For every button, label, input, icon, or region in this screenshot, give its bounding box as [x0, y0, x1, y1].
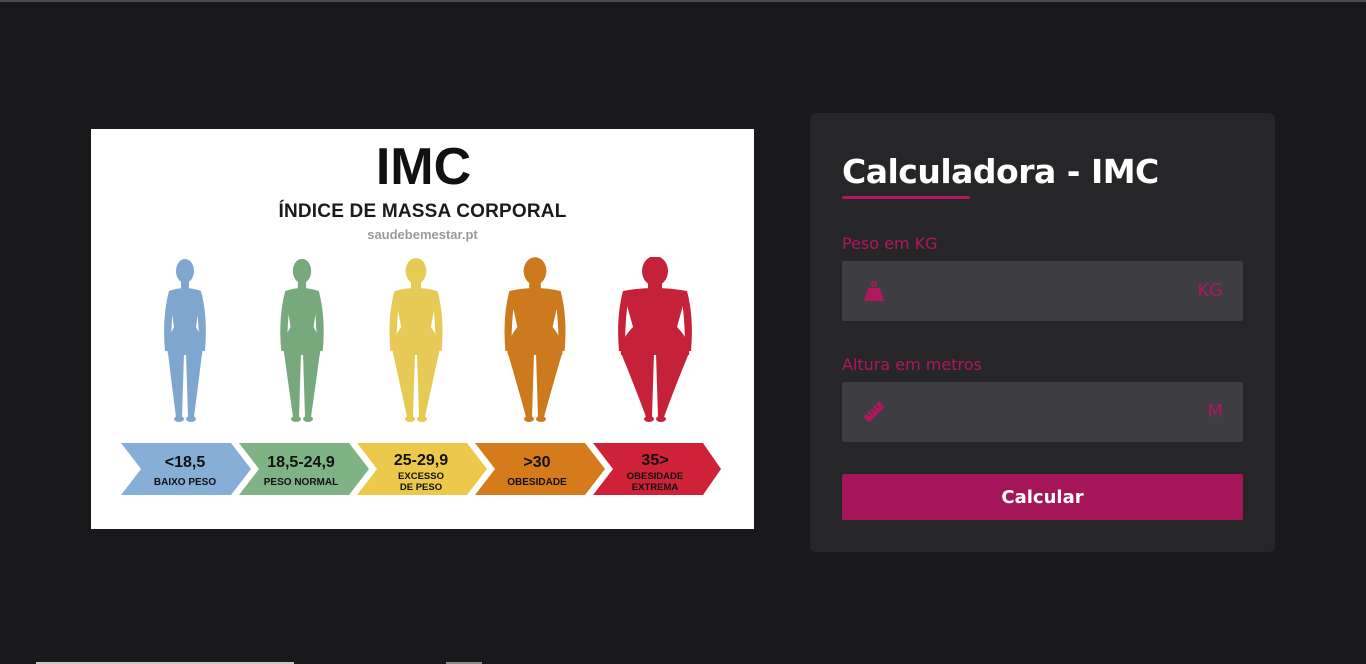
category-label: BAIXO PESO [154, 477, 216, 488]
category-arrow-0: <18,5 BAIXO PESO [121, 443, 251, 495]
title-underline [842, 196, 970, 199]
category-arrow-4: 35> OBESIDADE EXTREMA [593, 443, 721, 495]
window-top-border [0, 0, 1366, 2]
calculate-button[interactable]: Calcular [842, 474, 1243, 520]
ruler-icon [864, 402, 884, 422]
weight-icon [864, 280, 884, 301]
category-range: 18,5-24,9 [267, 454, 335, 471]
category-label-line2: EXTREMA [632, 482, 679, 493]
infographic-title: IMC [375, 138, 472, 196]
infographic-subtitle: ÍNDICE DE MASSA CORPORAL [278, 201, 567, 222]
weight-unit: KG [1197, 280, 1223, 301]
category-arrow-1: 18,5-24,9 PESO NORMAL [239, 443, 369, 495]
body-silhouettes [164, 257, 692, 422]
category-arrow-3: >30 OBESIDADE [475, 443, 605, 495]
category-label: OBESIDADE [507, 477, 567, 488]
bmi-category-arrows: <18,5 BAIXO PESO 18,5-24,9 PESO NORMAL 2… [121, 443, 721, 495]
category-range: 35> [641, 452, 668, 469]
weight-label: Peso em KG [842, 234, 938, 253]
infographic-source: saudebemestar.pt [367, 227, 478, 242]
category-label-line2: DE PESO [400, 482, 442, 493]
category-label: PESO NORMAL [264, 477, 338, 488]
category-label: OBESIDADE [627, 471, 683, 482]
category-arrow-2: 25-29,9 EXCESSO DE PESO [357, 443, 487, 495]
category-range: >30 [523, 454, 550, 471]
height-input[interactable] [902, 382, 1172, 442]
height-unit: M [1207, 401, 1223, 422]
bmi-calculator-card: Calculadora - IMC Peso em KG KG Altura e… [810, 113, 1275, 552]
category-range: 25-29,9 [394, 452, 448, 469]
imc-infographic: IMC ÍNDICE DE MASSA CORPORAL saudebemest… [91, 129, 754, 529]
calculator-title: Calculadora - IMC [842, 152, 1159, 191]
weight-input[interactable] [902, 261, 1172, 321]
category-range: <18,5 [165, 454, 206, 471]
weight-field: KG [842, 261, 1243, 321]
silhouette-extreme-obese [618, 257, 692, 422]
height-label: Altura em metros [842, 355, 982, 374]
category-label: EXCESSO [398, 471, 444, 482]
silhouette-underweight [164, 259, 206, 422]
silhouette-overweight [389, 257, 443, 422]
height-field: M [842, 382, 1243, 442]
silhouette-obese [504, 257, 566, 422]
silhouette-normal [280, 258, 324, 422]
